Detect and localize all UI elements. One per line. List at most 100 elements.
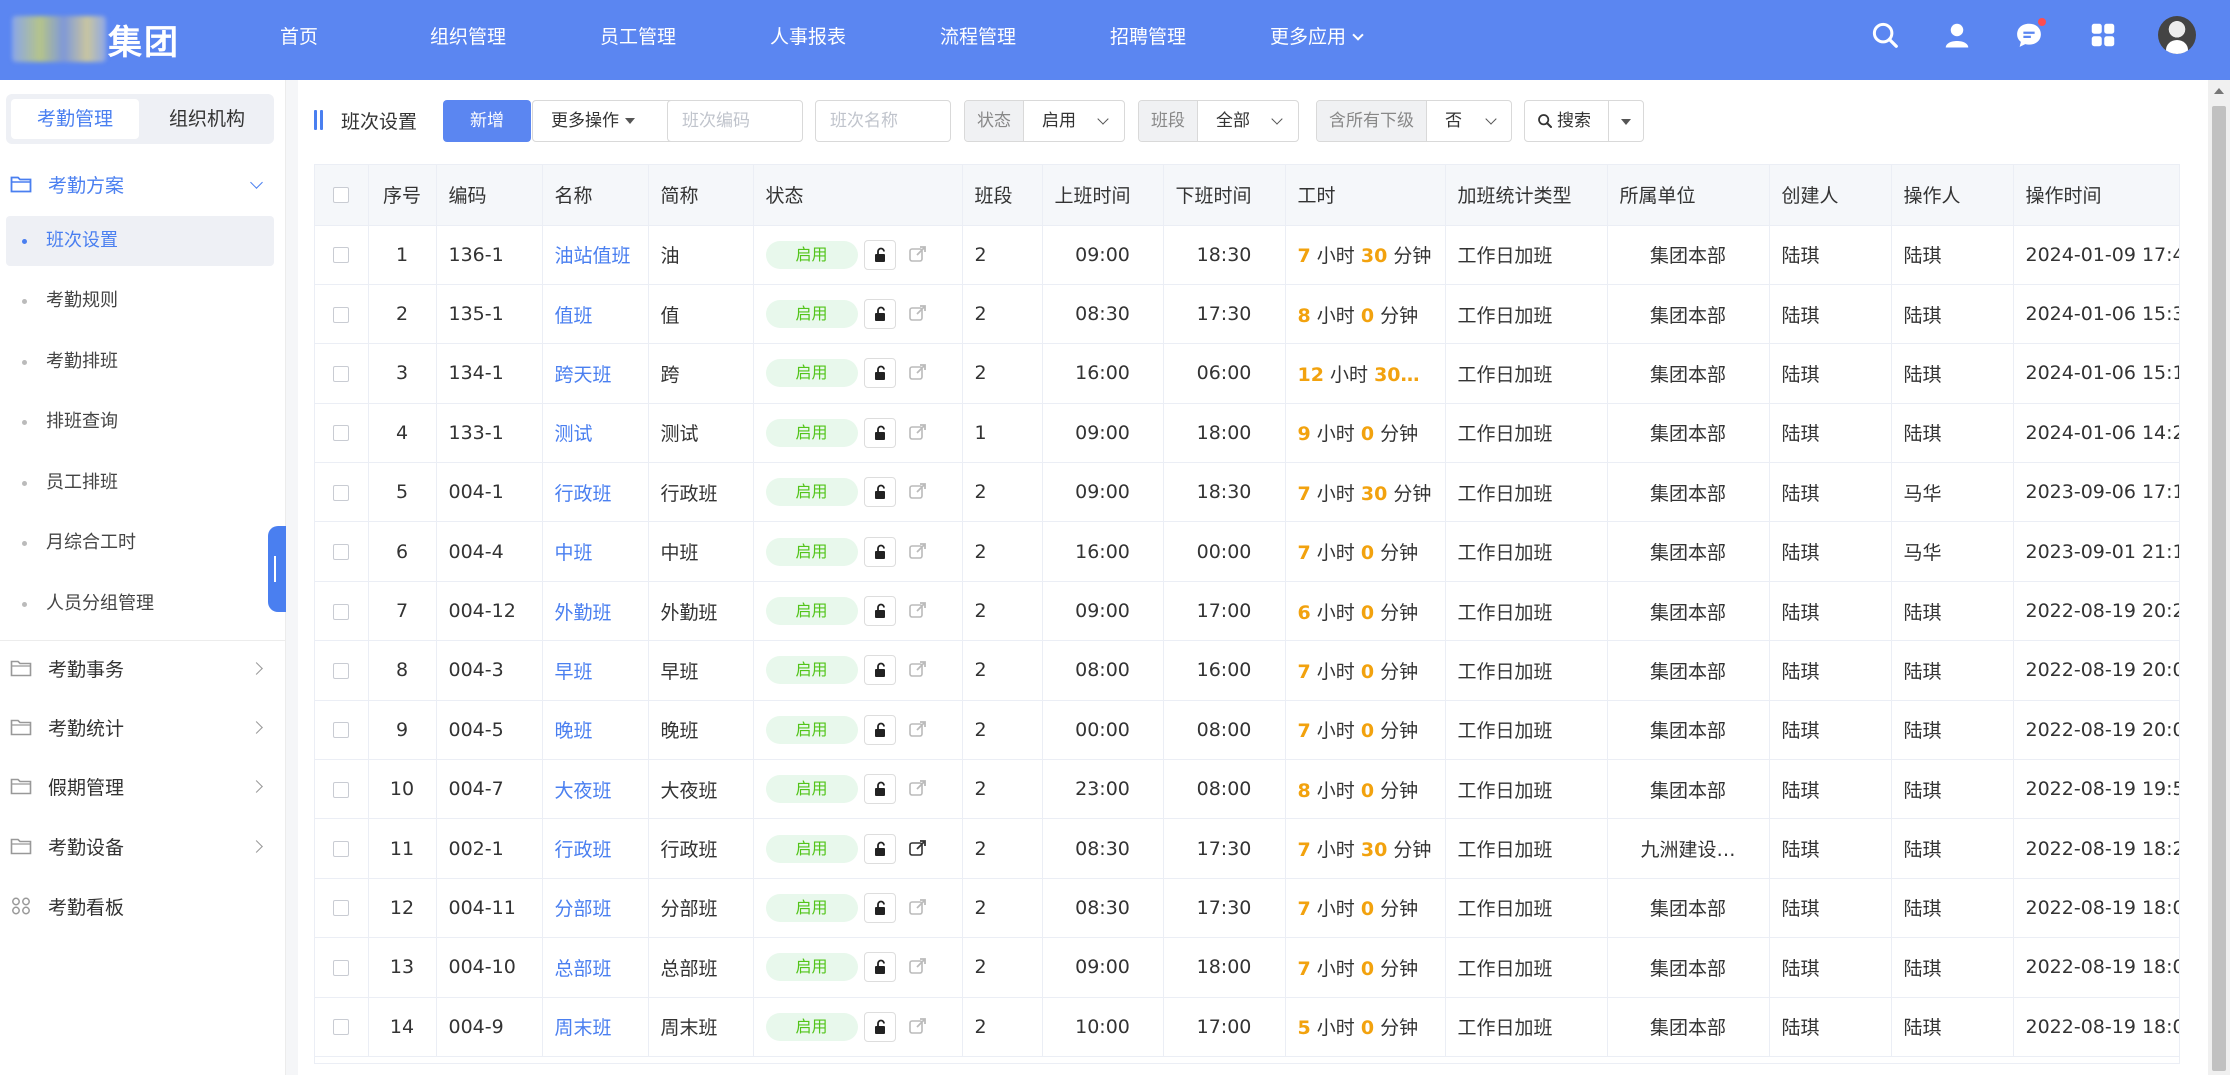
shift-name-link[interactable]: 早班	[555, 661, 593, 683]
lock-icon[interactable]	[863, 774, 896, 805]
lock-icon[interactable]	[863, 714, 896, 745]
search-icon[interactable]	[1870, 20, 1900, 50]
share-icon[interactable]	[908, 362, 928, 382]
row-checkbox[interactable]	[333, 425, 350, 442]
share-icon[interactable]	[908, 303, 928, 323]
sidebar-item-shift-settings[interactable]: 班次设置	[6, 216, 274, 266]
table-row[interactable]: 9 004-5 晚班 晚班 启用 2 00:00 08:00 7 小时 0 分钟 工作日加班 集团本…	[315, 700, 2179, 761]
tab-attendance-management[interactable]: 考勤管理	[11, 99, 139, 139]
nav-recruitment[interactable]: 招聘管理	[1110, 22, 1186, 49]
include-subunits-filter[interactable]: 含所有下级 否	[1316, 100, 1512, 142]
nav-employee[interactable]: 员工管理	[600, 22, 676, 49]
share-icon[interactable]	[908, 719, 928, 739]
table-row[interactable]: 7 004-12 外勤班 外勤班 启用 2 09:00 17:00 6 小时 0 分钟 工作日加班…	[315, 581, 2179, 642]
include-subunits-select[interactable]: 否	[1427, 101, 1511, 141]
column-header[interactable]: 编码	[436, 165, 543, 226]
column-header[interactable]: 序号	[368, 165, 437, 226]
nav-organization[interactable]: 组织管理	[430, 22, 506, 49]
table-row[interactable]: 4 133-1 测试 测试 启用 1 09:00 18:00 9 小时 0 分钟 工作日加班 集团本…	[315, 403, 2179, 464]
shift-name-link[interactable]: 分部班	[555, 898, 612, 920]
row-checkbox[interactable]	[333, 247, 350, 264]
column-header[interactable]: 状态	[753, 165, 963, 226]
nav-more-apps[interactable]: 更多应用	[1270, 22, 1364, 49]
sidebar-item-group-management[interactable]: 人员分组管理	[6, 579, 274, 629]
apps-grid-icon[interactable]	[2088, 20, 2118, 50]
lock-icon[interactable]	[863, 952, 896, 983]
share-icon[interactable]	[908, 838, 928, 858]
row-checkbox[interactable]	[333, 1019, 350, 1036]
shift-name-link[interactable]: 跨天班	[555, 364, 612, 386]
lock-icon[interactable]	[863, 655, 896, 686]
user-icon[interactable]	[1942, 20, 1972, 50]
shift-name-link[interactable]: 总部班	[555, 958, 612, 980]
menu-group-attendance-stats[interactable]: 考勤统计	[0, 707, 286, 747]
company-logo[interactable]: 集团	[12, 14, 180, 64]
row-checkbox[interactable]	[333, 841, 350, 858]
share-icon[interactable]	[908, 897, 928, 917]
share-icon[interactable]	[908, 481, 928, 501]
share-icon[interactable]	[908, 778, 928, 798]
sidebar-item-employee-schedule[interactable]: 员工排班	[6, 458, 274, 508]
column-header[interactable]: 简称	[648, 165, 754, 226]
row-checkbox[interactable]	[333, 544, 350, 561]
column-header[interactable]: 班段	[962, 165, 1043, 226]
column-header[interactable]: 上班时间	[1042, 165, 1164, 226]
lock-icon[interactable]	[863, 833, 896, 864]
row-checkbox[interactable]	[333, 781, 350, 798]
row-checkbox[interactable]	[333, 959, 350, 976]
tab-organization[interactable]: 组织机构	[143, 99, 271, 139]
shift-name-link[interactable]: 外勤班	[555, 602, 612, 624]
share-icon[interactable]	[908, 541, 928, 561]
segment-filter[interactable]: 班段 全部	[1138, 100, 1299, 142]
lock-icon[interactable]	[863, 596, 896, 627]
avatar[interactable]	[2158, 16, 2196, 54]
sidebar-item-monthly-hours[interactable]: 月综合工时	[6, 518, 274, 568]
nav-home[interactable]: 首页	[280, 22, 318, 49]
nav-hr-reports[interactable]: 人事报表	[770, 22, 846, 49]
table-row[interactable]: 8 004-3 早班 早班 启用 2 08:00 16:00 7 小时 0 分钟 工作日加班 集团本…	[315, 640, 2179, 701]
shift-name-link[interactable]: 中班	[555, 542, 593, 564]
search-options-dropdown[interactable]	[1609, 101, 1643, 141]
table-row[interactable]: 1 136-1 油站值班油启用 2 09:00 18:30 7 小时 30 分钟 工作日加班集…	[315, 225, 2179, 285]
table-row[interactable]: 13 004-10 总部班 总部班 启用 2 09:00 18:00 7 小时 0 分钟 工作日加…	[315, 937, 2179, 998]
lock-icon[interactable]	[863, 358, 896, 389]
column-header[interactable]: 所属单位	[1607, 165, 1770, 226]
shift-name-link[interactable]: 周末班	[555, 1017, 612, 1039]
select-all-checkbox[interactable]	[333, 187, 350, 204]
menu-group-attendance-dashboard[interactable]: 考勤看板	[0, 886, 286, 926]
column-header[interactable]: 操作时间	[2013, 165, 2179, 226]
row-checkbox[interactable]	[333, 365, 350, 382]
share-icon[interactable]	[908, 659, 928, 679]
share-icon[interactable]	[908, 600, 928, 620]
column-header[interactable]: 名称	[542, 165, 649, 226]
search-button[interactable]: 搜索	[1525, 101, 1609, 141]
column-header[interactable]: 操作人	[1891, 165, 2014, 226]
sidebar-item-schedule-query[interactable]: 排班查询	[6, 397, 274, 447]
share-icon[interactable]	[908, 422, 928, 442]
shift-name-link[interactable]: 油站值班	[555, 245, 631, 267]
sidebar-collapse-handle[interactable]	[268, 526, 286, 612]
vertical-scrollbar[interactable]	[2208, 80, 2230, 1075]
nav-workflow[interactable]: 流程管理	[940, 22, 1016, 49]
lock-icon[interactable]	[863, 239, 896, 270]
table-row[interactable]: 5 004-1 行政班 行政班 启用 2 09:00 18:30 7 小时 30 分钟 工作日加班…	[315, 462, 2179, 523]
status-select[interactable]: 启用	[1024, 101, 1124, 141]
table-row[interactable]: 3 134-1 跨天班跨启用 2 16:00 06:00 12 小时 30… 工作日加班 集团本…	[315, 343, 2179, 404]
menu-group-attendance-devices[interactable]: 考勤设备	[0, 826, 286, 866]
shift-name-link[interactable]: 值班	[555, 305, 593, 327]
scrollbar-thumb[interactable]	[2212, 106, 2226, 1071]
menu-group-attendance-affairs[interactable]: 考勤事务	[0, 648, 286, 688]
table-row[interactable]: 11 002-1 行政班 行政班 启用 2 08:30 17:30 7 小时 30 分钟 工作日加…	[315, 818, 2179, 879]
shift-name-link[interactable]: 行政班	[555, 483, 612, 505]
row-checkbox[interactable]	[333, 662, 350, 679]
table-row[interactable]: 10 004-7 大夜班 大夜班 启用 2 23:00 08:00 8 小时 0 分钟 工作日加班…	[315, 759, 2179, 820]
lock-icon[interactable]	[863, 477, 896, 508]
share-icon[interactable]	[908, 956, 928, 976]
share-icon[interactable]	[908, 1016, 928, 1036]
sidebar-item-attendance-rules[interactable]: 考勤规则	[6, 276, 274, 326]
row-checkbox[interactable]	[333, 603, 350, 620]
segment-select[interactable]: 全部	[1198, 101, 1298, 141]
row-checkbox[interactable]	[333, 306, 350, 323]
table-row[interactable]: 6 004-4 中班 中班 启用 2 16:00 00:00 7 小时 0 分钟 工作日加班 集团本…	[315, 521, 2179, 582]
column-header[interactable]: 工时	[1285, 165, 1446, 226]
